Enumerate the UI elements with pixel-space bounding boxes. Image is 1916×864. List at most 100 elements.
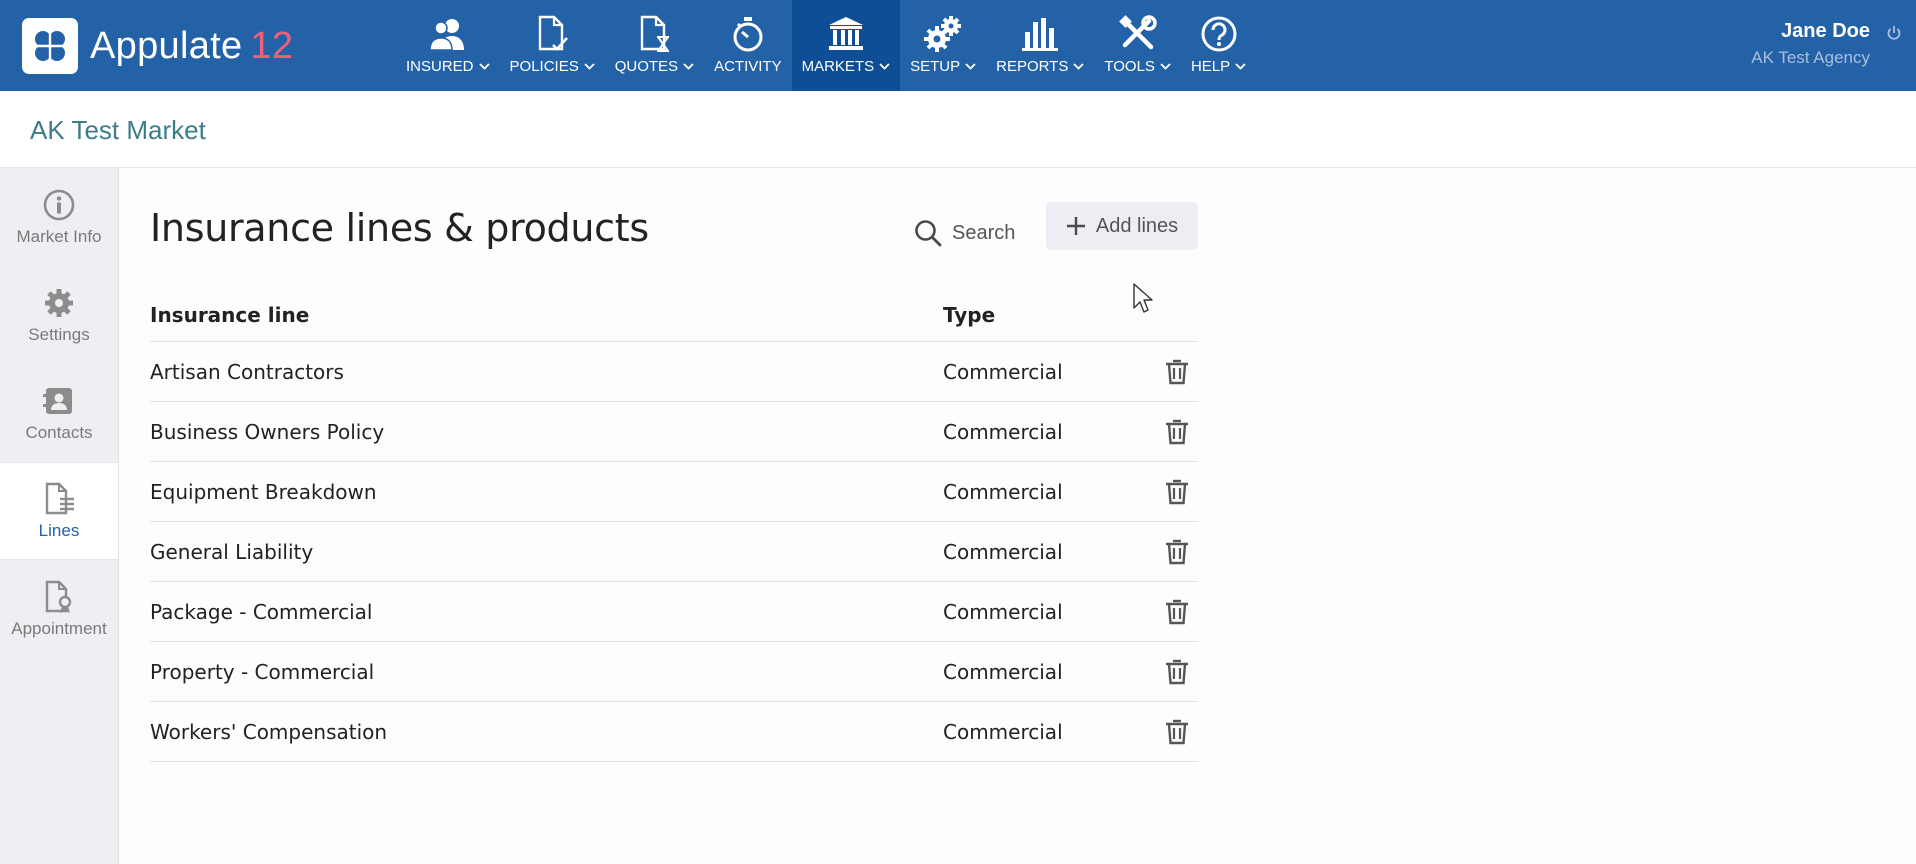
quote-doc-icon <box>632 14 676 54</box>
top-navigation-bar: Appulate 12 INSURED POLICIES QUOTES ACTIV… <box>0 0 1916 91</box>
nav-quotes-label: QUOTES <box>614 58 679 75</box>
gear-icon <box>43 285 75 321</box>
insurance-line-type: Commercial <box>943 659 1063 684</box>
insurance-lines-table: Insurance line Type Artisan Contractors C… <box>150 288 1198 762</box>
table-row: Business Owners Policy Commercial <box>150 402 1198 462</box>
contacts-icon <box>43 383 75 419</box>
insurance-line-name: General Liability <box>150 539 314 564</box>
insurance-line-type: Commercial <box>943 359 1063 384</box>
nav-tools[interactable]: TOOLS <box>1094 0 1181 91</box>
user-info[interactable]: Jane Doe AK Test Agency <box>1751 20 1870 68</box>
table-row: General Liability Commercial <box>150 522 1198 582</box>
search-button-label: Search <box>952 221 1016 244</box>
lines-doc-icon <box>43 481 75 517</box>
users-icon <box>426 14 470 54</box>
add-lines-button[interactable]: Add lines <box>1046 202 1198 250</box>
sidebar-item-settings[interactable]: Settings <box>0 266 118 364</box>
insurance-line-name: Equipment Breakdown <box>150 479 377 504</box>
nav-help-label: HELP <box>1190 58 1231 75</box>
search-icon <box>915 220 942 247</box>
table-row: Property - Commercial Commercial <box>150 642 1198 702</box>
nav-activity[interactable]: ACTIVITY <box>704 0 792 91</box>
app-logo[interactable]: Appulate 12 <box>22 17 293 75</box>
table-body: Artisan Contractors Commercial Business Ow… <box>150 342 1198 762</box>
delete-trash-icon[interactable] <box>1164 358 1190 386</box>
chevron-down-icon <box>965 63 976 70</box>
gears-icon <box>921 14 965 54</box>
market-title: AK Test Market <box>30 115 206 145</box>
sidebar-item-label: Lines <box>38 521 80 540</box>
bank-icon <box>824 14 868 54</box>
sidebar-item-label: Market Info <box>16 227 102 246</box>
power-icon[interactable] <box>1886 25 1902 46</box>
mouse-cursor-icon <box>1132 282 1154 319</box>
add-lines-label: Add lines <box>1095 214 1179 237</box>
insurance-line-type: Commercial <box>943 719 1063 744</box>
insurance-line-type: Commercial <box>943 539 1063 564</box>
market-header: AK Test Market <box>0 91 1916 168</box>
table-row: Artisan Contractors Commercial <box>150 342 1198 402</box>
chevron-down-icon <box>1235 63 1246 70</box>
chevron-down-icon <box>1073 63 1084 70</box>
app-name: Appulate 12 <box>90 24 294 67</box>
insurance-line-name: Workers' Compensation <box>150 719 388 744</box>
chevron-down-icon <box>1160 63 1171 70</box>
nav-help[interactable]: HELP <box>1181 0 1256 91</box>
chevron-down-icon <box>879 63 890 70</box>
table-row: Workers' Compensation Commercial <box>150 702 1198 762</box>
market-sidebar: Market Info Settings Contacts Lines Appo… <box>0 168 119 864</box>
column-header-type[interactable]: Type <box>943 303 1143 327</box>
nav-insured-label: INSURED <box>406 58 474 75</box>
table-row: Equipment Breakdown Commercial <box>150 462 1198 522</box>
delete-trash-icon[interactable] <box>1164 658 1190 686</box>
chevron-down-icon <box>584 63 595 70</box>
insurance-line-type: Commercial <box>943 419 1063 444</box>
sidebar-item-label: Appointment <box>11 619 107 638</box>
info-icon <box>43 187 75 223</box>
main-nav: INSURED POLICIES QUOTES ACTIVITY MARKETS <box>396 0 1256 91</box>
nav-quotes[interactable]: QUOTES <box>605 0 704 91</box>
certificate-icon <box>43 579 75 615</box>
user-agency: AK Test Agency <box>1751 48 1870 67</box>
table-row: Package - Commercial Commercial <box>150 582 1198 642</box>
nav-reports-label: REPORTS <box>996 58 1069 75</box>
delete-trash-icon[interactable] <box>1164 718 1190 746</box>
delete-trash-icon[interactable] <box>1164 598 1190 626</box>
sidebar-item-appointment[interactable]: Appointment <box>0 560 118 658</box>
nav-setup[interactable]: SETUP <box>900 0 986 91</box>
insurance-line-name: Business Owners Policy <box>150 419 385 444</box>
nav-activity-label: ACTIVITY <box>714 58 782 75</box>
nav-insured[interactable]: INSURED <box>396 0 500 91</box>
delete-trash-icon[interactable] <box>1164 478 1190 506</box>
page-title: Insurance lines & products <box>150 206 649 250</box>
search-button[interactable]: Search <box>914 210 1015 256</box>
tools-icon <box>1116 14 1160 54</box>
nav-policies-label: POLICIES <box>509 58 579 75</box>
column-header-insurance-line[interactable]: Insurance line <box>150 303 943 327</box>
nav-tools-label: TOOLS <box>1104 58 1155 75</box>
nav-markets-label: MARKETS <box>801 58 875 75</box>
delete-trash-icon[interactable] <box>1164 538 1190 566</box>
bar-chart-icon <box>1018 14 1062 54</box>
sidebar-item-lines[interactable]: Lines <box>0 462 118 560</box>
clover-logo-icon <box>22 18 78 74</box>
policy-doc-icon <box>530 14 574 54</box>
table-header: Insurance line Type <box>150 288 1198 342</box>
sidebar-item-label: Contacts <box>25 423 93 442</box>
app-version: 12 <box>250 24 294 67</box>
sidebar-item-label: Settings <box>28 325 90 344</box>
sidebar-item-market-info[interactable]: Market Info <box>0 168 118 266</box>
stopwatch-icon <box>726 14 770 54</box>
user-name: Jane Doe <box>1781 20 1870 42</box>
nav-reports[interactable]: REPORTS <box>986 0 1094 91</box>
insurance-line-name: Property - Commercial <box>150 659 375 684</box>
nav-markets[interactable]: MARKETS <box>791 0 901 91</box>
insurance-line-name: Artisan Contractors <box>150 359 344 384</box>
question-icon <box>1197 14 1241 54</box>
sidebar-item-contacts[interactable]: Contacts <box>0 364 118 462</box>
nav-policies[interactable]: POLICIES <box>500 0 605 91</box>
chevron-down-icon <box>683 63 694 70</box>
insurance-line-type: Commercial <box>943 599 1063 624</box>
chevron-down-icon <box>478 63 490 70</box>
delete-trash-icon[interactable] <box>1164 418 1190 446</box>
